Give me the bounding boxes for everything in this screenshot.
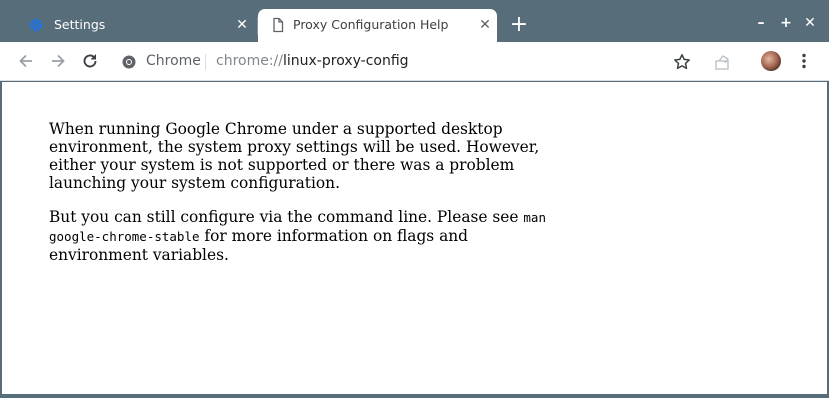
minimize-button[interactable]: – xyxy=(752,14,770,32)
bookmark-star-icon[interactable] xyxy=(672,52,692,72)
omnibox-separator xyxy=(205,54,206,70)
extension-icon[interactable] xyxy=(714,53,732,71)
close-window-button[interactable]: ✕ xyxy=(801,14,819,32)
help-text: When running Google Chrome under a suppo… xyxy=(49,120,549,280)
url-scheme: chrome:// xyxy=(216,53,283,69)
paragraph-2-text: But you can still configure via the comm… xyxy=(49,208,524,226)
avatar[interactable] xyxy=(761,51,781,71)
maximize-button[interactable]: + xyxy=(777,14,795,32)
tab-proxy-help[interactable]: Proxy Configuration Help ✕ xyxy=(258,9,497,42)
reload-icon[interactable] xyxy=(80,51,100,71)
forward-icon[interactable] xyxy=(48,51,68,71)
close-icon[interactable]: ✕ xyxy=(234,17,250,33)
title-bar: Settings ✕ Proxy Configuration Help ✕ + … xyxy=(0,0,829,42)
url-path: linux-proxy-config xyxy=(283,53,409,69)
close-icon[interactable]: ✕ xyxy=(477,17,493,33)
paragraph-2: But you can still configure via the comm… xyxy=(49,208,549,264)
url-text[interactable]: chrome://linux-proxy-config xyxy=(216,53,409,69)
back-icon[interactable] xyxy=(16,51,36,71)
document-icon xyxy=(273,17,284,33)
tab-title: Proxy Configuration Help xyxy=(293,17,449,32)
page-content: When running Google Chrome under a suppo… xyxy=(2,82,827,394)
toolbar: Chrome chrome://linux-proxy-config xyxy=(0,42,829,81)
chrome-icon xyxy=(122,55,136,69)
paragraph-1: When running Google Chrome under a suppo… xyxy=(49,120,540,192)
site-chip-label: Chrome xyxy=(146,53,201,69)
tab-title: Settings xyxy=(54,17,106,32)
more-menu-icon[interactable] xyxy=(794,51,814,71)
tab-settings[interactable]: Settings ✕ xyxy=(6,9,258,42)
gear-icon xyxy=(29,18,43,32)
new-tab-button[interactable]: + xyxy=(508,14,530,37)
address-bar[interactable]: Chrome chrome://linux-proxy-config xyxy=(112,47,702,77)
